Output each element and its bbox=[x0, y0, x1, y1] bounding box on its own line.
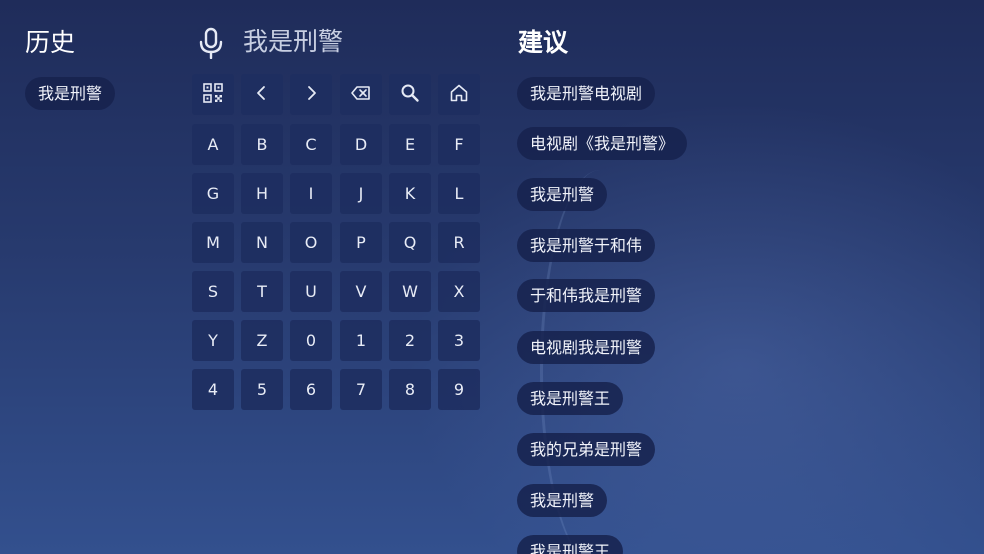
key-b[interactable]: B bbox=[241, 124, 283, 165]
history-title: 历史 bbox=[25, 28, 76, 57]
key-5[interactable]: 5 bbox=[241, 369, 283, 410]
key-f[interactable]: F bbox=[438, 124, 480, 165]
suggestion-item[interactable]: 我是刑警王 bbox=[517, 535, 624, 554]
cursor-right-key[interactable] bbox=[290, 74, 332, 115]
suggestions-title: 建议 bbox=[518, 28, 569, 57]
home-key[interactable] bbox=[438, 74, 480, 115]
key-u[interactable]: U bbox=[290, 271, 332, 312]
suggestion-item[interactable]: 我是刑警王 bbox=[517, 382, 624, 415]
key-0[interactable]: 0 bbox=[290, 320, 332, 361]
key-l[interactable]: L bbox=[438, 173, 480, 214]
key-m[interactable]: M bbox=[192, 222, 234, 263]
chevron-left-icon bbox=[251, 82, 273, 108]
key-e[interactable]: E bbox=[389, 124, 431, 165]
suggestion-item[interactable]: 我是刑警电视剧 bbox=[517, 77, 656, 110]
key-o[interactable]: O bbox=[290, 222, 332, 263]
key-s[interactable]: S bbox=[192, 271, 234, 312]
cursor-left-key[interactable] bbox=[241, 74, 283, 115]
suggestion-item[interactable]: 我是刑警于和伟 bbox=[517, 229, 656, 262]
suggestion-item[interactable]: 电视剧我是刑警 bbox=[517, 331, 656, 364]
key-j[interactable]: J bbox=[340, 173, 382, 214]
key-4[interactable]: 4 bbox=[192, 369, 234, 410]
qr-code-key[interactable] bbox=[192, 74, 234, 115]
history-list: 我是刑警 bbox=[25, 77, 116, 110]
suggestion-item[interactable]: 我的兄弟是刑警 bbox=[517, 433, 656, 466]
key-v[interactable]: V bbox=[340, 271, 382, 312]
key-t[interactable]: T bbox=[241, 271, 283, 312]
key-c[interactable]: C bbox=[290, 124, 332, 165]
suggestion-item[interactable]: 电视剧《我是刑警》 bbox=[517, 127, 688, 160]
qr-code-icon bbox=[202, 82, 224, 108]
key-w[interactable]: W bbox=[389, 271, 431, 312]
key-q[interactable]: Q bbox=[389, 222, 431, 263]
key-2[interactable]: 2 bbox=[389, 320, 431, 361]
key-x[interactable]: X bbox=[438, 271, 480, 312]
key-k[interactable]: K bbox=[389, 173, 431, 214]
backspace-key[interactable] bbox=[340, 74, 382, 115]
suggestion-item[interactable]: 于和伟我是刑警 bbox=[517, 279, 656, 312]
key-h[interactable]: H bbox=[241, 173, 283, 214]
key-3[interactable]: 3 bbox=[438, 320, 480, 361]
key-p[interactable]: P bbox=[340, 222, 382, 263]
key-6[interactable]: 6 bbox=[290, 369, 332, 410]
home-icon bbox=[448, 82, 470, 108]
history-item[interactable]: 我是刑警 bbox=[25, 77, 116, 110]
key-9[interactable]: 9 bbox=[438, 369, 480, 410]
search-input[interactable]: 我是刑警 bbox=[243, 27, 343, 57]
key-r[interactable]: R bbox=[438, 222, 480, 263]
key-i[interactable]: I bbox=[290, 173, 332, 214]
search-icon bbox=[399, 82, 421, 108]
search-key[interactable] bbox=[389, 74, 431, 115]
key-y[interactable]: Y bbox=[192, 320, 234, 361]
key-d[interactable]: D bbox=[340, 124, 382, 165]
microphone-icon[interactable] bbox=[197, 27, 225, 60]
suggestion-item[interactable]: 我是刑警 bbox=[517, 484, 608, 517]
key-1[interactable]: 1 bbox=[340, 320, 382, 361]
chevron-right-icon bbox=[300, 82, 322, 108]
key-a[interactable]: A bbox=[192, 124, 234, 165]
key-7[interactable]: 7 bbox=[340, 369, 382, 410]
key-n[interactable]: N bbox=[241, 222, 283, 263]
key-g[interactable]: G bbox=[192, 173, 234, 214]
backspace-icon bbox=[350, 82, 372, 108]
suggestion-item[interactable]: 我是刑警 bbox=[517, 178, 608, 211]
key-z[interactable]: Z bbox=[241, 320, 283, 361]
key-8[interactable]: 8 bbox=[389, 369, 431, 410]
